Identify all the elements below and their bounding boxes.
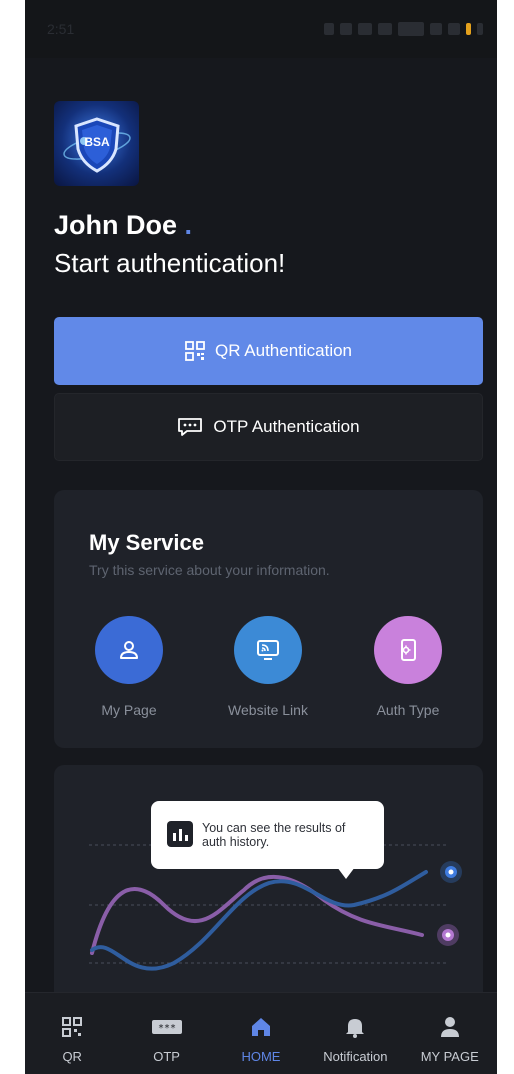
nav-my-page[interactable]: MY PAGE bbox=[405, 1015, 495, 1064]
auth-history-card[interactable]: You can see the results of auth history. bbox=[54, 765, 483, 1005]
tooltip-arrow bbox=[337, 867, 355, 879]
status-time: 2:51 bbox=[47, 21, 75, 37]
nfc-icon bbox=[358, 23, 372, 35]
app-screen: 2:51 BSA John Doe . Start authentication… bbox=[25, 0, 497, 1074]
nav-notification[interactable]: Notification bbox=[310, 1015, 400, 1064]
bell-icon bbox=[310, 1015, 400, 1039]
status-bar: 2:51 bbox=[25, 0, 497, 58]
home-icon bbox=[216, 1015, 306, 1039]
bsa-logo: BSA bbox=[54, 101, 139, 186]
my-service-title: My Service bbox=[89, 530, 204, 555]
qr-button-label: QR Authentication bbox=[214, 341, 353, 360]
history-line-blue bbox=[90, 870, 428, 971]
name-dot: . bbox=[184, 210, 193, 240]
bluetooth-icon bbox=[340, 23, 352, 35]
user-name: John Doe . bbox=[54, 210, 192, 241]
signal-icon bbox=[430, 23, 442, 35]
svg-text:***: *** bbox=[158, 1023, 176, 1034]
chat-bubble-icon bbox=[178, 418, 203, 436]
otp-button-label: OTP Authentication bbox=[213, 417, 360, 436]
qr-code-icon bbox=[185, 341, 205, 361]
blue-endpoint-center bbox=[448, 869, 454, 875]
notification-icon bbox=[324, 23, 334, 35]
bar-chart-icon bbox=[167, 821, 193, 847]
service-website-link[interactable]: Website Link bbox=[213, 616, 323, 718]
qr-icon bbox=[27, 1015, 117, 1039]
phone-gear-icon bbox=[374, 616, 442, 684]
my-service-card: My Service Try this service about your i… bbox=[54, 490, 483, 748]
bottom-navigation: QR *** OTP HOME Notification MY PAGE bbox=[25, 992, 497, 1074]
otp-icon: *** bbox=[122, 1015, 212, 1039]
signal-icon-2 bbox=[448, 23, 460, 35]
nav-home[interactable]: HOME bbox=[216, 1015, 306, 1064]
auth-history-tooltip: You can see the results of auth history. bbox=[151, 801, 384, 879]
network-icon bbox=[398, 22, 424, 36]
my-service-subtitle: Try this service about your information. bbox=[89, 562, 330, 578]
nav-otp[interactable]: *** OTP bbox=[122, 1015, 212, 1064]
status-icons bbox=[324, 22, 483, 36]
service-label: Auth Type bbox=[376, 702, 440, 718]
user-icon bbox=[95, 616, 163, 684]
purple-endpoint-center bbox=[445, 932, 451, 938]
tooltip-text: You can see the results of auth history. bbox=[202, 821, 346, 849]
wifi-icon bbox=[378, 23, 392, 35]
nav-label: QR bbox=[62, 1049, 82, 1064]
user-name-text: John Doe bbox=[54, 210, 178, 240]
monitor-cast-icon bbox=[234, 616, 302, 684]
battery-icon bbox=[477, 23, 483, 35]
person-icon bbox=[405, 1015, 495, 1039]
service-my-page[interactable]: My Page bbox=[74, 616, 184, 718]
nav-qr[interactable]: QR bbox=[27, 1015, 117, 1064]
nav-label: HOME bbox=[241, 1049, 281, 1064]
nav-label: MY PAGE bbox=[420, 1049, 479, 1064]
qr-authentication-button[interactable]: QR Authentication bbox=[54, 317, 483, 385]
service-auth-type[interactable]: Auth Type bbox=[353, 616, 463, 718]
logo-text: BSA bbox=[84, 135, 110, 149]
nav-label: Notification bbox=[323, 1049, 388, 1064]
otp-authentication-button[interactable]: OTP Authentication bbox=[54, 393, 483, 461]
greeting-subtitle: Start authentication! bbox=[54, 248, 286, 278]
nav-label: OTP bbox=[153, 1049, 180, 1064]
battery-level-icon bbox=[466, 23, 471, 35]
service-label: Website Link bbox=[228, 702, 308, 718]
service-label: My Page bbox=[101, 702, 157, 718]
